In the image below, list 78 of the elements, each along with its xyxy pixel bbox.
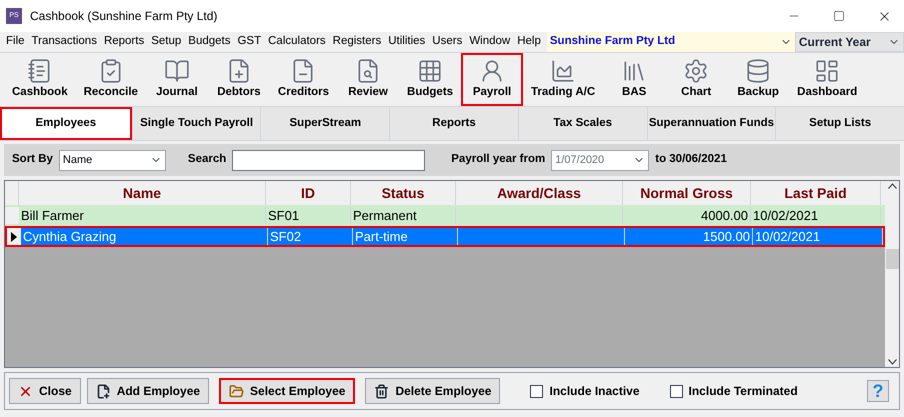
dashboard-icon [814, 58, 840, 84]
menu-item[interactable]: Utilities [388, 33, 426, 51]
tab[interactable]: Superannuation Funds [646, 107, 776, 140]
sort-label: Sort By [12, 152, 53, 168]
maximize-icon[interactable] [833, 10, 845, 22]
checkbox[interactable] [530, 384, 544, 398]
menu-item[interactable]: GST [237, 33, 262, 51]
tab[interactable]: Employees [0, 107, 132, 140]
menu-item[interactable]: Budgets [188, 33, 230, 51]
menu-item[interactable]: Registers [332, 33, 382, 51]
table-cell-text: SF01 [268, 206, 300, 225]
tab[interactable]: Tax Scales [518, 107, 647, 140]
toolbar-button[interactable]: Reconcile [76, 53, 146, 106]
checkbox[interactable] [670, 384, 683, 398]
payroll-year-label: Payroll year from [451, 152, 546, 168]
trash-icon [374, 384, 390, 398]
table-cell-text: 10/02/2021 [753, 206, 818, 225]
window-title: Cashbook (Sunshine Farm Pty Ltd) [30, 8, 218, 25]
table-cell-text: SF02 [270, 228, 302, 246]
toolbar-button[interactable]: Creditors [270, 53, 338, 106]
action-button[interactable]: Add Employee [86, 378, 210, 404]
toolbar-button[interactable]: Chart [665, 53, 728, 106]
menu-item[interactable]: Setup [151, 33, 182, 51]
toolbar-button[interactable]: Debtors [208, 53, 270, 106]
row-selector[interactable] [7, 228, 21, 245]
toolbar-button[interactable]: Review [337, 53, 400, 106]
toolbar-button[interactable]: Dashboard [789, 53, 866, 106]
table-cell-text: Cynthia Grazing [23, 228, 116, 246]
search-field[interactable] [232, 150, 426, 170]
gear-icon [683, 58, 710, 84]
tab[interactable]: Single Touch Payroll [132, 107, 260, 140]
action-button[interactable]: Select Employee [219, 378, 356, 404]
row-pointer-icon [11, 232, 17, 242]
payroll-year-to: to 30/06/2021 [655, 152, 727, 168]
tab[interactable]: Setup Lists [775, 107, 904, 140]
toolbar-button[interactable]: Backup [727, 53, 790, 106]
toolbar-button[interactable]: BAS [603, 53, 666, 106]
scrollbar[interactable] [885, 181, 899, 367]
checkbox-label: Include Inactive [549, 383, 640, 400]
book-icon [164, 58, 190, 84]
scroll-up-icon[interactable] [888, 183, 896, 189]
grid-icon [417, 58, 444, 84]
table-cell-text: 4000.00 [701, 206, 748, 225]
table-cell-text: 10/02/2021 [755, 228, 820, 246]
year-from-dropdown[interactable]: 1/07/2020 [551, 150, 650, 170]
table-cell-text: Part-time [355, 228, 408, 246]
menu-item[interactable]: Reports [104, 33, 144, 51]
table-cell-text: Bill Farmer [21, 206, 84, 225]
year-dropdown[interactable]: Current Year [794, 32, 904, 52]
scroll-thumb[interactable] [886, 249, 898, 269]
document-plus-icon [96, 384, 111, 398]
table-row[interactable]: Cynthia Grazing SF02 Part-time 1500.00 10/02/2021 [5, 226, 885, 247]
sort-dropdown[interactable]: Name [58, 150, 166, 170]
toolbar-button[interactable]: Budgets [399, 53, 462, 106]
checkbox-label: Include Terminated [688, 383, 798, 400]
folder-icon [229, 384, 244, 398]
action-button[interactable]: Close [9, 378, 81, 404]
menu-item[interactable]: Calculators [268, 33, 326, 51]
table-row[interactable]: Bill Farmer SF01 Permanent 4000.00 10/02/2021 [5, 205, 885, 226]
tab[interactable]: Reports [389, 107, 518, 140]
toolbar-button[interactable]: Payroll [461, 53, 524, 106]
toolbar-button[interactable]: Journal [146, 53, 208, 106]
table-cell-text: 1500.00 [703, 228, 750, 246]
action-button[interactable]: Delete Employee [365, 378, 500, 404]
table-cell-text: Permanent [353, 206, 417, 225]
toolbar-button[interactable]: Trading A/C [523, 53, 604, 106]
area-chart-icon [550, 58, 576, 84]
tab[interactable]: SuperStream [260, 107, 390, 140]
menu-item[interactable]: Users [432, 33, 462, 51]
menu-item[interactable]: Transactions [32, 33, 97, 51]
toolbar-button[interactable]: Cashbook [4, 53, 76, 106]
menu-item[interactable]: File [6, 33, 25, 51]
company-dropdown[interactable]: Sunshine Farm Pty Ltd [546, 32, 795, 52]
menu-item[interactable]: Window [469, 33, 510, 51]
search-label: Search [188, 152, 226, 168]
scroll-down-icon[interactable] [888, 359, 896, 365]
menu-item[interactable]: Help [517, 33, 541, 51]
database-icon [745, 58, 772, 84]
